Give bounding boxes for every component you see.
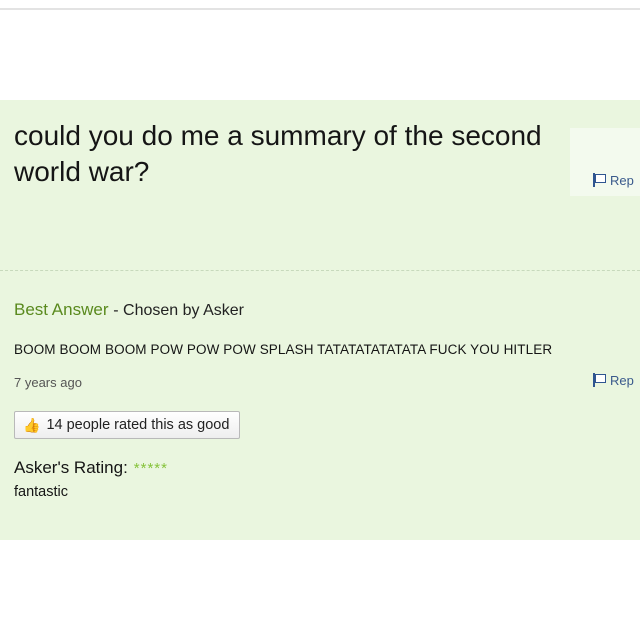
rated-good-label: 14 people rated this as good xyxy=(46,417,230,433)
rating-comment: fantastic xyxy=(14,484,68,500)
report-question-label: Rep xyxy=(610,172,634,188)
report-question-link[interactable]: Rep xyxy=(592,172,634,188)
report-answer-link[interactable]: Rep xyxy=(592,372,634,388)
rate-good-button[interactable]: 👍 14 people rated this as good xyxy=(14,411,241,439)
flag-icon xyxy=(592,172,606,188)
report-answer-label: Rep xyxy=(610,372,634,388)
answer-text: BOOM BOOM BOOM POW POW POW SPLASH TATATA… xyxy=(14,342,553,357)
star-rating: ***** xyxy=(133,459,168,477)
best-answer-heading: Best Answer - Chosen by Asker xyxy=(14,300,244,320)
question-title: could you do me a summary of the second … xyxy=(14,120,542,187)
best-answer-label: Best Answer xyxy=(14,300,109,319)
chosen-by-text: - Chosen by Asker xyxy=(113,302,244,319)
askers-rating: Asker's Rating: ***** xyxy=(14,458,168,478)
thumbs-up-icon: 👍 xyxy=(23,417,41,433)
divider xyxy=(0,270,640,271)
answer-timestamp: 7 years ago xyxy=(14,375,82,390)
screenshot-frame: could you do me a summary of the second … xyxy=(0,0,640,640)
askers-rating-label: Asker's Rating: xyxy=(14,458,128,477)
flag-icon xyxy=(592,372,606,388)
top-border xyxy=(0,8,640,10)
